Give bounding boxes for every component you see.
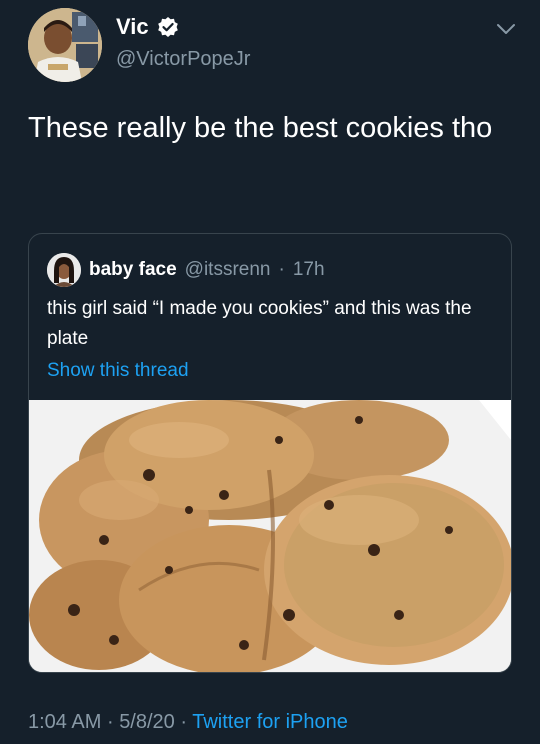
avatar[interactable] <box>28 8 102 82</box>
user-handle[interactable]: @VictorPopeJr <box>116 48 250 71</box>
display-name[interactable]: Vic <box>116 14 149 40</box>
quoted-handle[interactable]: @itssrenn <box>185 259 271 281</box>
cookies-photo <box>29 400 511 672</box>
quoted-tweet-text: this girl said “I made you cookies” and … <box>47 298 472 349</box>
tweet-date[interactable]: 5/8/20 <box>119 711 175 733</box>
quoted-separator: · <box>278 259 285 280</box>
tweet-footer: 1:04 AM · 5/8/20 · Twitter for iPhone <box>28 711 348 734</box>
quoted-tweet[interactable]: baby face @itssrenn · 17h this girl said… <box>28 233 512 673</box>
verified-badge-icon <box>157 16 179 38</box>
quoted-display-name[interactable]: baby face <box>89 259 177 281</box>
author-name-row: Vic <box>116 14 179 40</box>
quoted-timestamp[interactable]: 17h <box>293 259 325 281</box>
footer-separator: · <box>106 711 114 733</box>
quoted-tweet-image[interactable] <box>29 400 511 672</box>
tweet-text: These really be the best cookies tho <box>28 112 493 144</box>
chevron-down-icon[interactable] <box>496 22 516 36</box>
tweet-source-link[interactable]: Twitter for iPhone <box>192 711 348 733</box>
footer-separator: · <box>180 711 188 733</box>
tweet-time[interactable]: 1:04 AM <box>28 711 101 733</box>
quoted-avatar[interactable] <box>47 253 81 287</box>
quoted-tweet-header: baby face @itssrenn · 17h <box>47 253 325 287</box>
avatar-photo <box>28 8 102 82</box>
tweet-card: Vic @VictorPopeJr These really be the be… <box>0 0 540 744</box>
show-thread-link[interactable]: Show this thread <box>47 360 189 382</box>
